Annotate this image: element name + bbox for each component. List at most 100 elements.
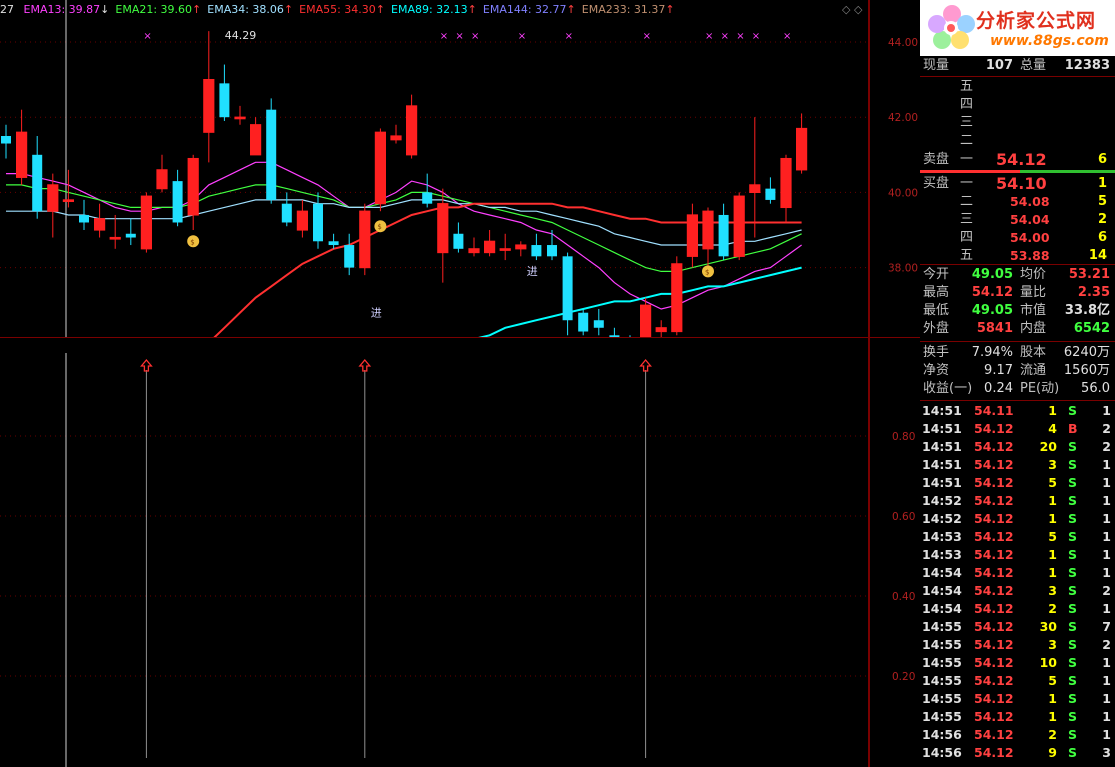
candle[interactable] xyxy=(109,214,121,249)
money-bag-icon: $ xyxy=(374,220,387,233)
trade-row[interactable]: 14:54 54.12 3 S 2 xyxy=(920,582,1115,600)
trade-row[interactable]: 14:51 54.11 1 S 1 xyxy=(920,402,1115,420)
trade-count: 1 xyxy=(1102,691,1111,706)
candle[interactable] xyxy=(468,237,480,257)
candle[interactable] xyxy=(172,169,183,227)
trade-row[interactable]: 14:55 54.12 30 S 7 xyxy=(920,618,1115,636)
signal-x-marker-icon: × xyxy=(455,31,463,42)
candle[interactable] xyxy=(390,124,402,144)
candle[interactable] xyxy=(702,207,714,268)
candle[interactable] xyxy=(718,203,729,261)
y-tick-label: 42.00 xyxy=(888,112,918,124)
trade-row[interactable]: 14:52 54.12 1 S 1 xyxy=(920,510,1115,528)
trade-row[interactable]: 14:53 54.12 5 S 1 xyxy=(920,528,1115,546)
separator xyxy=(920,76,1115,77)
trade-time: 14:56 xyxy=(922,745,962,760)
trade-row[interactable]: 14:55 54.12 1 S 1 xyxy=(920,690,1115,708)
trade-row[interactable]: 14:55 54.12 3 S 2 xyxy=(920,636,1115,654)
candle[interactable] xyxy=(374,128,386,212)
candle[interactable] xyxy=(780,154,792,223)
candle[interactable] xyxy=(187,154,199,230)
candle[interactable] xyxy=(406,94,418,159)
sell-level-row: 五 xyxy=(920,78,1115,96)
high-annotation: 44.29 xyxy=(225,29,256,42)
candle[interactable] xyxy=(203,31,215,163)
candle[interactable] xyxy=(531,233,542,261)
trade-volume: 1 xyxy=(1048,547,1057,562)
sell1-row: 卖盘 一 54.12 6 xyxy=(923,150,1107,169)
candle[interactable] xyxy=(562,252,573,336)
trade-volume: 30 xyxy=(1039,619,1057,634)
trade-time: 14:54 xyxy=(922,601,962,616)
candle[interactable] xyxy=(671,256,683,336)
candle[interactable] xyxy=(219,64,230,121)
stat-label: 流通 xyxy=(1020,363,1047,378)
candle[interactable] xyxy=(296,199,308,238)
trade-side: S xyxy=(1068,601,1078,616)
trade-side: S xyxy=(1068,403,1078,418)
candle[interactable] xyxy=(281,192,292,227)
candle[interactable] xyxy=(578,308,589,336)
candle[interactable] xyxy=(515,241,527,257)
candle[interactable] xyxy=(156,154,168,193)
candle[interactable] xyxy=(765,177,776,204)
candle[interactable] xyxy=(795,113,808,174)
candle[interactable] xyxy=(47,173,59,238)
stat-value: 33.8亿 xyxy=(1064,303,1110,318)
candle[interactable] xyxy=(313,192,323,249)
candle[interactable] xyxy=(93,203,106,238)
trade-time: 14:55 xyxy=(922,619,962,634)
candle[interactable] xyxy=(250,117,262,156)
trade-count: 2 xyxy=(1102,421,1111,436)
candle[interactable] xyxy=(655,320,667,338)
candle[interactable] xyxy=(125,218,136,246)
candle[interactable] xyxy=(62,169,75,208)
candle[interactable] xyxy=(686,203,699,268)
trade-row[interactable]: 14:55 54.12 10 S 1 xyxy=(920,654,1115,672)
candle[interactable] xyxy=(547,230,557,261)
candle[interactable] xyxy=(1,124,11,159)
indicator-chart[interactable]: 0.80 0.60 0.40 0.20 xyxy=(0,338,920,767)
candle[interactable] xyxy=(140,192,152,253)
trade-row[interactable]: 14:51 54.12 3 S 1 xyxy=(920,456,1115,474)
trade-side: S xyxy=(1068,547,1078,562)
trade-price: 54.12 xyxy=(974,529,1014,544)
stat-value: 49.05 xyxy=(971,267,1013,282)
stat-label: 最高 xyxy=(923,285,950,300)
y-tick-label: 0.60 xyxy=(892,511,915,523)
trade-row[interactable]: 14:54 54.12 1 S 1 xyxy=(920,564,1115,582)
trade-row[interactable]: 14:52 54.12 1 S 1 xyxy=(920,492,1115,510)
candle[interactable] xyxy=(266,98,277,204)
stat-label: 内盘 xyxy=(1020,321,1047,336)
candle[interactable] xyxy=(593,308,604,336)
candle[interactable] xyxy=(344,233,355,276)
stat-row: 最低 49.05 市值 33.8亿 xyxy=(920,302,1115,320)
candle[interactable] xyxy=(234,105,246,125)
candle[interactable] xyxy=(16,109,28,185)
candle[interactable] xyxy=(453,222,464,253)
trade-row[interactable]: 14:56 54.12 9 S 3 xyxy=(920,744,1115,762)
candle[interactable] xyxy=(422,173,433,208)
trade-row[interactable]: 14:55 54.12 5 S 1 xyxy=(920,672,1115,690)
trade-side: S xyxy=(1068,439,1078,454)
candle[interactable] xyxy=(32,136,43,219)
trade-row[interactable]: 14:51 54.12 20 S 2 xyxy=(920,438,1115,456)
candle[interactable] xyxy=(359,203,371,276)
trade-row[interactable]: 14:51 54.12 4 B 2 xyxy=(920,420,1115,438)
candlestick-chart[interactable]: 44.0042.0040.0038.0036.0034.0032.0030.00… xyxy=(0,0,920,338)
signal-x-marker-icon: × xyxy=(721,31,729,42)
trade-row[interactable]: 14:53 54.12 1 S 1 xyxy=(920,546,1115,564)
trade-price: 54.12 xyxy=(974,637,1014,652)
trade-row[interactable]: 14:54 54.12 2 S 1 xyxy=(920,600,1115,618)
trade-row[interactable]: 14:56 54.12 2 S 1 xyxy=(920,726,1115,744)
candle[interactable] xyxy=(328,233,339,249)
trade-row[interactable]: 14:55 54.12 1 S 1 xyxy=(920,708,1115,726)
candle[interactable] xyxy=(499,233,511,261)
candle[interactable] xyxy=(484,230,496,257)
stat-label: 均价 xyxy=(1020,267,1047,282)
candle[interactable] xyxy=(733,192,745,261)
trade-row[interactable]: 14:51 54.12 5 S 1 xyxy=(920,474,1115,492)
logo: 分析家公式网 www.88gs.com xyxy=(920,0,1115,56)
candle[interactable] xyxy=(437,188,449,283)
candle[interactable] xyxy=(749,117,761,238)
